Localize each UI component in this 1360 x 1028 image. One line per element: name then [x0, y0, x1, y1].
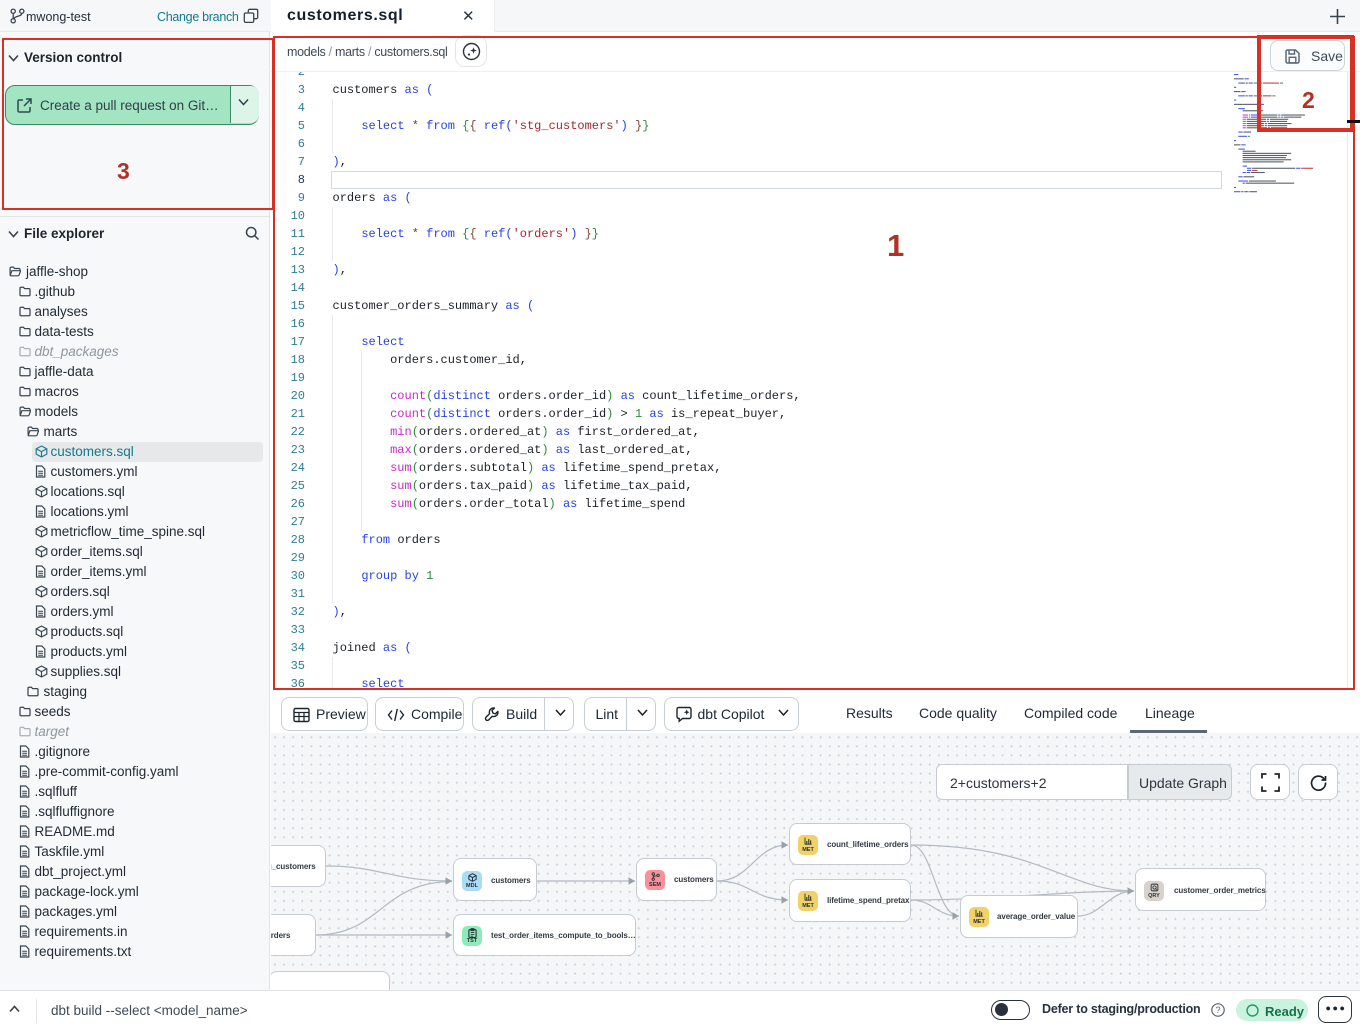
svg-text:?: ?: [1215, 1005, 1220, 1015]
